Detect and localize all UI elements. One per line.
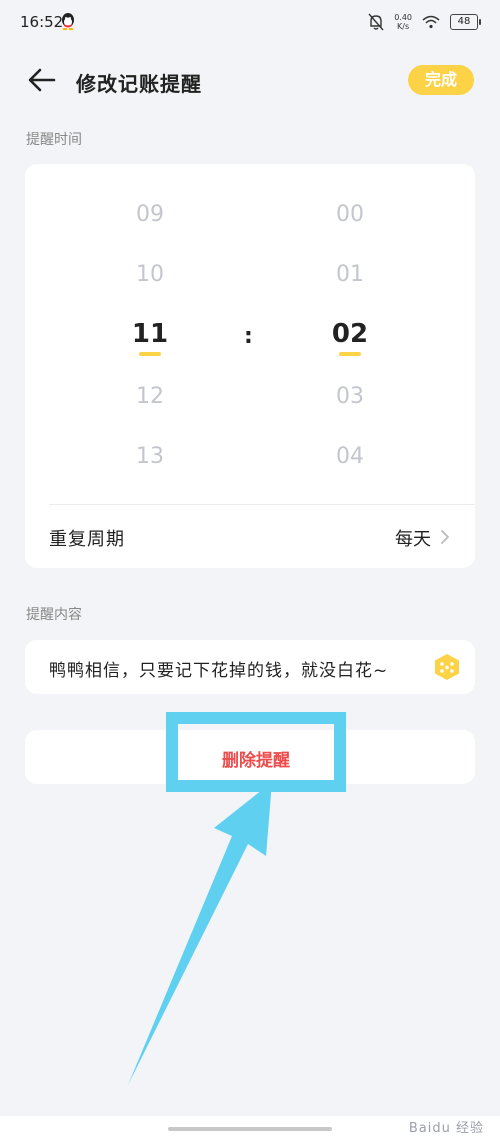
network-speed: 0.40 K/s [394, 13, 412, 31]
status-icons: 0.40 K/s 48 [368, 10, 481, 34]
battery-icon: 48 [450, 14, 481, 30]
network-speed-unit: K/s [397, 22, 410, 31]
hour-option[interactable]: 13 [110, 444, 190, 469]
repeat-cycle-label[interactable]: 重复周期 [49, 525, 125, 551]
section-label-reminder-content: 提醒内容 [26, 607, 82, 623]
delete-reminder-button[interactable]: 删除提醒 [166, 746, 346, 771]
chevron-right-icon[interactable] [439, 529, 451, 545]
time-separator: : [244, 324, 253, 349]
page-title: 修改记账提醒 [76, 72, 202, 96]
divider [49, 504, 475, 505]
minute-selection-indicator [339, 352, 361, 356]
selected-hour[interactable]: 11 [110, 319, 190, 349]
hour-selection-indicator [139, 352, 161, 356]
annotation-arrow [128, 782, 272, 1085]
status-time: 16:52 [20, 13, 64, 31]
watermark: Baidu 经验 [408, 1121, 484, 1136]
back-arrow-icon[interactable] [26, 64, 58, 96]
header: 修改记账提醒 完成 [0, 56, 500, 106]
qq-penguin-icon [62, 13, 74, 30]
minute-option[interactable]: 00 [310, 202, 390, 227]
reminder-time-card: 09 10 11 12 13 : 00 01 02 03 04 重复周期 每天 [25, 164, 475, 568]
reminder-content-card[interactable]: 鸭鸭相信，只要记下花掉的钱，就没白花~ [25, 640, 475, 694]
status-bar: 16:52 0.40 K/s 48 [0, 0, 500, 46]
hour-option[interactable]: 09 [110, 202, 190, 227]
hour-option[interactable]: 12 [110, 384, 190, 409]
minute-option[interactable]: 03 [310, 384, 390, 409]
section-label-reminder-time: 提醒时间 [26, 132, 82, 148]
wifi-icon [422, 15, 440, 29]
network-speed-value: 0.40 [394, 13, 412, 22]
mute-bell-icon [368, 13, 384, 31]
hour-option[interactable]: 10 [110, 262, 190, 287]
reminder-content-text[interactable]: 鸭鸭相信，只要记下花掉的钱，就没白花~ [49, 656, 388, 681]
minute-option[interactable]: 01 [310, 262, 390, 287]
done-button[interactable]: 完成 [408, 65, 474, 95]
repeat-cycle-value[interactable]: 每天 [395, 525, 431, 551]
dice-icon[interactable] [433, 653, 461, 681]
selected-minute[interactable]: 02 [310, 319, 390, 349]
home-indicator[interactable] [168, 1127, 332, 1131]
minute-option[interactable]: 04 [310, 444, 390, 469]
